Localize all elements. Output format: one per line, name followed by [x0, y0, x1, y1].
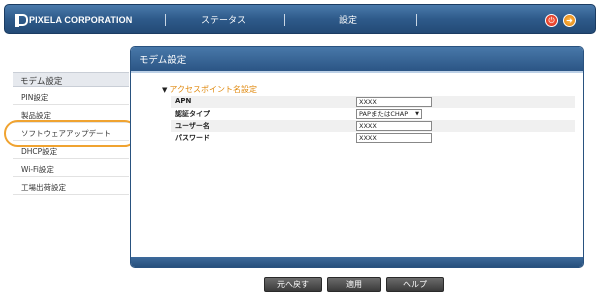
logout-button[interactable]: ➜ — [563, 14, 576, 27]
password-input[interactable]: XXXX — [356, 133, 432, 143]
pixela-logo-mark-icon — [15, 13, 28, 27]
top-navigation-bar: PIXELA CORPORATION ステータス 設定 ⏻ ➜ — [4, 4, 596, 34]
nav-separator — [284, 14, 285, 26]
nav-settings[interactable]: 設定 — [339, 13, 357, 26]
panel-content: ▼ アクセスポイント名設定 APN XXXX 認証タイプ PAPまたはCHAP ▼… — [131, 71, 583, 257]
logo-text: PIXELA CORPORATION — [29, 15, 133, 25]
apn-label: APN — [175, 97, 192, 105]
sidebar-item-wifi[interactable]: Wi-Fi設定 — [13, 159, 129, 177]
form-row-password: パスワード XXXX — [171, 132, 575, 144]
section-title-text: アクセスポイント名設定 — [169, 85, 257, 94]
sidebar-section-title: モデム設定 — [13, 72, 129, 87]
nav-separator — [416, 14, 417, 26]
panel-title: モデム設定 — [131, 47, 583, 71]
panel-footer-bar — [131, 257, 583, 267]
help-button[interactable]: ヘルプ — [386, 277, 444, 292]
apn-form: APN XXXX 認証タイプ PAPまたはCHAP ▼ ユーザー名 XXXX パ… — [171, 96, 575, 144]
nav-separator — [165, 14, 166, 26]
modem-settings-panel: モデム設定 ▼ アクセスポイント名設定 APN XXXX 認証タイプ PAPまたは… — [130, 46, 584, 268]
nav-status[interactable]: ステータス — [201, 13, 246, 26]
apn-input[interactable]: XXXX — [356, 97, 432, 107]
form-row-username: ユーザー名 XXXX — [171, 120, 575, 132]
username-input[interactable]: XXXX — [356, 121, 432, 131]
auth-type-label: 認証タイプ — [175, 110, 210, 118]
power-icon: ⏻ — [548, 15, 555, 25]
form-row-auth-type: 認証タイプ PAPまたはCHAP ▼ — [171, 108, 575, 120]
username-label: ユーザー名 — [175, 122, 210, 130]
section-title: ▼ アクセスポイント名設定 — [162, 84, 257, 95]
form-row-apn: APN XXXX — [171, 96, 575, 108]
logout-icon: ➜ — [566, 15, 573, 25]
auth-type-select[interactable]: PAPまたはCHAP ▼ — [356, 109, 422, 119]
dropdown-arrow-icon: ▼ — [415, 111, 419, 117]
triangle-down-icon: ▼ — [162, 86, 168, 94]
power-button[interactable]: ⏻ — [545, 14, 558, 27]
sidebar-item-pin[interactable]: PIN設定 — [13, 87, 129, 105]
apply-button[interactable]: 適用 — [327, 277, 381, 292]
highlight-ring — [4, 120, 138, 147]
revert-button[interactable]: 元へ戻す — [264, 277, 322, 292]
sidebar-item-factory-reset[interactable]: 工場出荷設定 — [13, 177, 129, 195]
password-label: パスワード — [175, 134, 210, 142]
pixela-logo: PIXELA CORPORATION — [15, 13, 132, 27]
auth-type-value: PAPまたはCHAP — [359, 110, 409, 118]
